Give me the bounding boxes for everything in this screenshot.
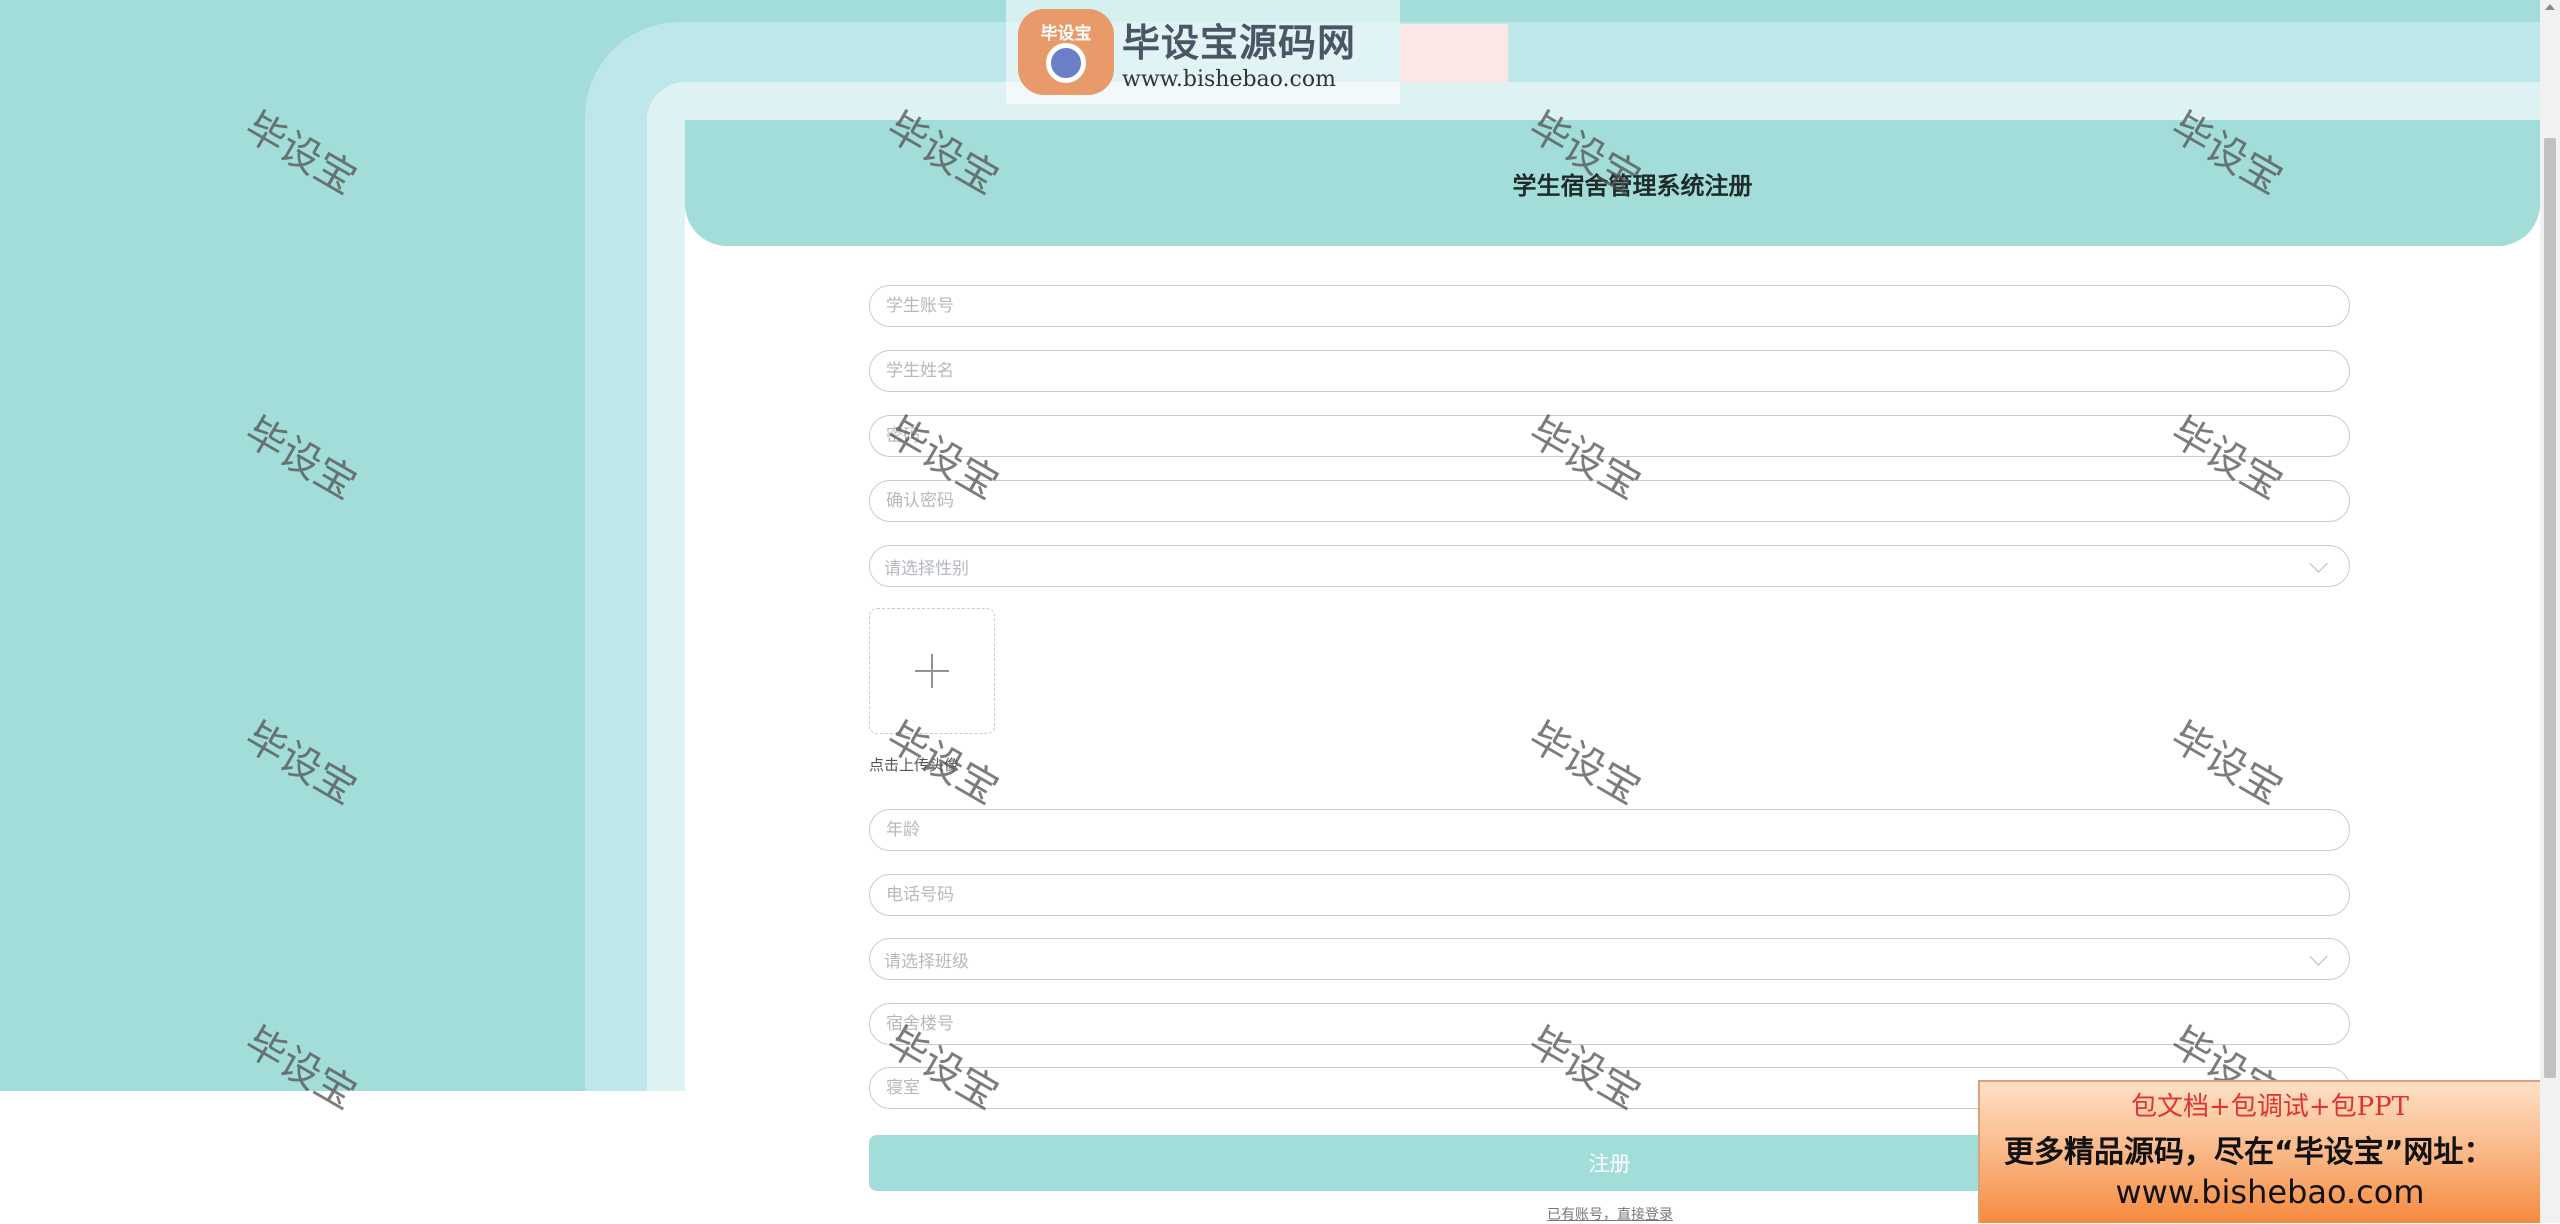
plus-icon [915,654,949,688]
avatar-upload-button[interactable] [869,608,995,734]
age-input[interactable] [884,819,2335,841]
logo-text: 毕设宝源码网 www.bishebao.com [1122,12,1356,92]
building-input[interactable] [884,1013,2335,1035]
student-account-input[interactable] [884,295,2335,317]
phone-field[interactable] [869,874,2350,916]
chevron-down-icon [2309,553,2328,573]
promo-banner[interactable]: 包文档+包调试+包PPT 更多精品源码，尽在“毕设宝”网址： www.bishe… [1978,1080,2560,1223]
student-account-field[interactable] [869,285,2350,327]
promo-url: www.bishebao.com [2115,1173,2425,1211]
age-field[interactable] [869,809,2350,851]
gender-select-value: 请选择性别 [884,558,969,579]
logo-mark: 毕设宝 [1018,9,1114,95]
chevron-down-icon [2309,946,2328,966]
class-select[interactable]: 请选择班级 [869,938,2350,980]
logo-badge-text: 毕设宝 [1040,24,1092,44]
site-logo: 毕设宝 毕设宝源码网 www.bishebao.com [1006,0,1400,104]
class-select-value: 请选择班级 [884,951,969,972]
eye-icon [1046,43,1086,83]
login-link[interactable]: 已有账号，直接登录 [1480,1204,1740,1224]
promo-line-2: 更多精品源码，尽在“毕设宝”网址： [2004,1135,2494,1170]
banner-strip [1400,24,1508,82]
logo-title: 毕设宝源码网 [1122,21,1357,65]
promo-line-1: 包文档+包调试+包PPT [2131,1092,2409,1122]
phone-input[interactable] [884,884,2335,906]
logo-url: www.bishebao.com [1122,67,1336,92]
student-name-field[interactable] [869,350,2350,392]
scroll-up-icon[interactable] [2545,4,2555,10]
scrollbar-thumb[interactable] [2544,138,2556,1078]
building-field[interactable] [869,1003,2350,1045]
gender-select[interactable]: 请选择性别 [869,545,2350,587]
student-name-input[interactable] [884,360,2335,382]
